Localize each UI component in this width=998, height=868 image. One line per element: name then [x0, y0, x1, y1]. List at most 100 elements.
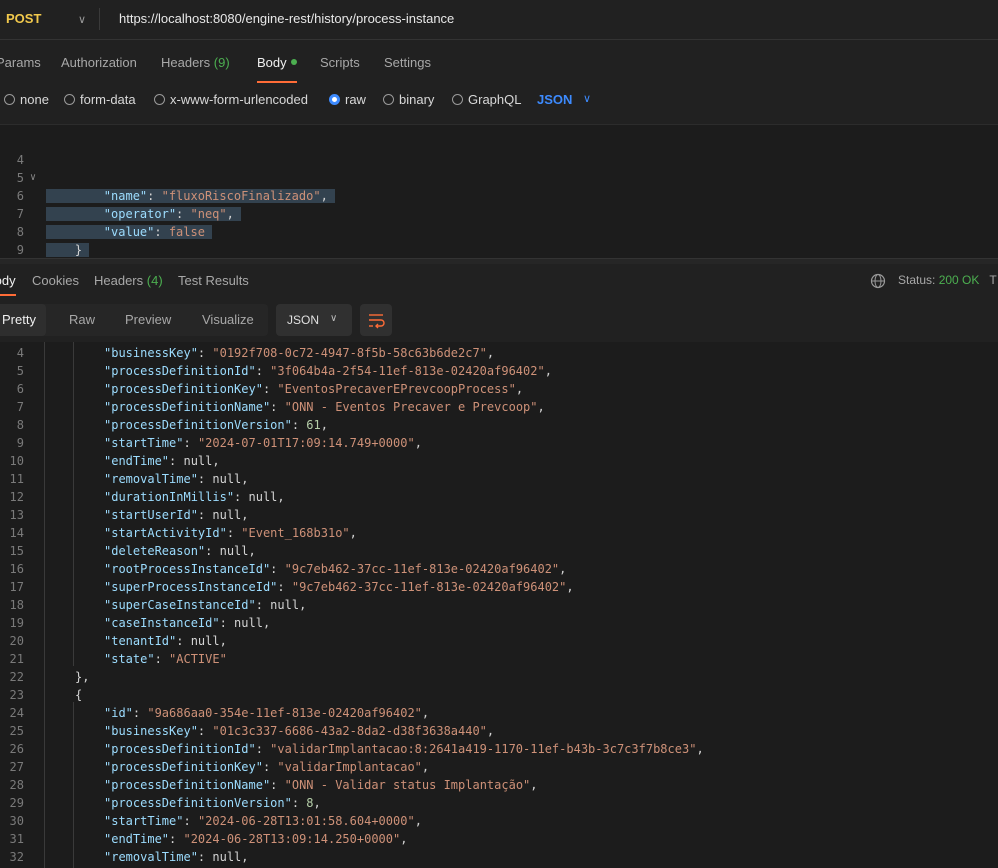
chevron-down-icon[interactable]: ∨ [583, 92, 591, 105]
tab-headers[interactable]: Headers (9) [161, 55, 230, 70]
line-text: "rootProcessInstanceId": "9c7eb462-37cc-… [104, 560, 566, 578]
response-line: 31 "endTime": "2024-06-28T13:09:14.250+00… [0, 830, 998, 848]
json-value: "2024-06-28T13:09:14.250+0000" [183, 832, 401, 846]
response-line: 20 "tenantId": null, [0, 632, 998, 650]
json-punctuation: : [169, 832, 184, 846]
tab-response-body[interactable]: Body [0, 273, 16, 288]
tab-response-headers[interactable]: Headers (4) [94, 273, 163, 288]
response-format-select[interactable]: JSON [276, 304, 352, 336]
radio-none[interactable]: none [4, 92, 49, 107]
json-punctuation: , [277, 490, 285, 504]
response-line: 25 "businessKey": "01c3c337-6686-43a2-8da… [0, 722, 998, 740]
json-punctuation: : [277, 580, 292, 594]
json-punctuation: , [241, 472, 249, 486]
tab-headers-count: (9) [213, 55, 230, 70]
json-key: "superProcessInstanceId" [104, 580, 278, 594]
radio-graphql[interactable]: GraphQL [452, 92, 521, 107]
tab-headers-label: Headers [161, 55, 211, 70]
line-number: 19 [9, 616, 24, 630]
tab-test-results[interactable]: Test Results [178, 273, 249, 288]
json-key: "startTime" [104, 436, 184, 450]
json-value: 8 [306, 796, 314, 810]
json-punctuation: , [421, 760, 430, 774]
json-punctuation: , [241, 850, 249, 864]
radio-form-data[interactable]: form-data [64, 92, 136, 107]
json-value: null [212, 508, 242, 522]
line-number: 26 [9, 742, 24, 756]
view-pretty[interactable]: Pretty [0, 304, 46, 336]
response-line: 18 "superCaseInstanceId": null, [0, 596, 998, 614]
wrap-lines-button[interactable] [360, 304, 392, 336]
body-format-select[interactable]: JSON [537, 92, 572, 107]
line-text: "businessKey": "0192f708-0c72-4947-8f5b-… [104, 344, 494, 362]
radio-x-www-form-urlencoded[interactable]: x-www-form-urlencoded [154, 92, 308, 107]
tab-cookies[interactable]: Cookies [32, 273, 79, 288]
line-number: 30 [9, 814, 24, 828]
json-punctuation: : [291, 418, 307, 432]
response-body-viewer[interactable]: 4 "businessKey": "0192f708-0c72-4947-8f5b… [0, 342, 998, 868]
url-input[interactable]: https://localhost:8080/engine-rest/histo… [119, 11, 454, 26]
response-line: 11 "removalTime": null, [0, 470, 998, 488]
response-line: 6 "processDefinitionKey": "EventosPrecave… [0, 380, 998, 398]
response-tabs: Body Cookies Headers (4) Test Results St… [0, 264, 998, 296]
line-text: "tenantId": null, [104, 632, 227, 650]
response-line: 22}, [0, 668, 998, 686]
json-punctuation: , [414, 436, 422, 450]
line-number: 8 [16, 418, 24, 432]
tab-settings[interactable]: Settings [384, 55, 431, 70]
response-line: 10 "endTime": null, [0, 452, 998, 470]
view-visualize[interactable]: Visualize [192, 304, 264, 336]
line-number: 29 [9, 796, 24, 810]
view-raw[interactable]: Raw [59, 304, 105, 336]
json-value: "ACTIVE" [169, 652, 227, 666]
json-punctuation: , [414, 814, 422, 828]
line-text: "processDefinitionKey": "validarImplanta… [104, 758, 429, 776]
response-line: 16 "rootProcessInstanceId": "9c7eb462-37c… [0, 560, 998, 578]
json-value: "ONN - Eventos Precaver e Prevcoop" [284, 400, 538, 414]
radio-raw[interactable]: raw [329, 92, 366, 107]
tab-scripts[interactable]: Scripts [320, 55, 360, 70]
view-preview[interactable]: Preview [115, 304, 181, 336]
response-line: 15 "deleteReason": null, [0, 542, 998, 560]
radio-circle-icon [383, 94, 394, 105]
line-text: "startTime": "2024-06-28T13:01:58.604+00… [104, 812, 422, 830]
line-number: 18 [9, 598, 24, 612]
line-number: 15 [9, 544, 24, 558]
json-punctuation: : [132, 706, 148, 720]
line-number: 5 [16, 364, 24, 378]
radio-selected-icon [329, 94, 340, 105]
json-punctuation: , [486, 724, 495, 738]
json-key: "removalTime" [104, 850, 198, 864]
tab-params[interactable]: Params [0, 55, 41, 70]
json-value: "2024-06-28T13:01:58.604+0000" [197, 814, 415, 828]
editor-line: 4 ∨ { [0, 133, 998, 203]
tab-authorization[interactable]: Authorization [61, 55, 137, 70]
json-punctuation: , [566, 580, 574, 594]
json-value: null [234, 616, 263, 630]
json-key: "removalTime" [104, 472, 198, 486]
chevron-down-icon: ∨ [330, 313, 338, 324]
chevron-down-icon[interactable]: ∨ [78, 13, 86, 26]
globe-icon[interactable] [870, 273, 886, 289]
line-number: 7 [16, 400, 24, 414]
radio-binary[interactable]: binary [383, 92, 434, 107]
json-key: "processDefinitionKey" [104, 760, 263, 774]
request-body-editor[interactable]: 4 ∨ { 5 "name": "fluxoRiscoFinalizado", … [0, 124, 998, 258]
http-method-select[interactable]: POST [6, 11, 41, 26]
status-trail: T [989, 273, 997, 287]
radio-circle-icon [452, 94, 463, 105]
json-punctuation: , [212, 454, 220, 468]
tab-body[interactable]: Body [257, 55, 297, 70]
json-key: "processDefinitionKey" [104, 382, 263, 396]
response-line: 24 "id": "9a686aa0-354e-11ef-813e-02420af… [0, 704, 998, 722]
json-value: "9a686aa0-354e-11ef-813e-02420af96402" [147, 706, 422, 720]
json-key: "startTime" [104, 814, 184, 828]
radio-circle-icon [154, 94, 165, 105]
active-tab-indicator [0, 294, 16, 296]
line-number: 16 [9, 562, 24, 576]
line-text: "businessKey": "01c3c337-6686-43a2-8da2-… [104, 722, 494, 740]
json-value: "2024-07-01T17:09:14.749+0000" [197, 436, 415, 450]
json-value: "9c7eb462-37cc-11ef-813e-02420af96402" [291, 580, 567, 594]
line-number: 4 [16, 346, 24, 360]
response-line: 14 "startActivityId": "Event_168b31o", [0, 524, 998, 542]
